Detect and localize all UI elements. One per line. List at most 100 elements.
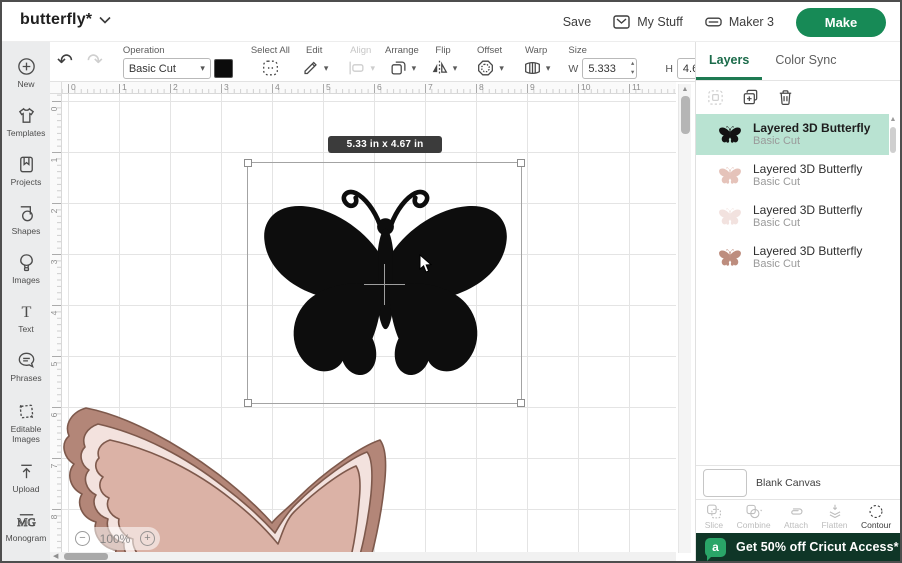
- machine-select-button[interactable]: Maker 3: [705, 15, 774, 29]
- layer-scroll-thumb[interactable]: [890, 127, 896, 153]
- trash-icon[interactable]: [776, 88, 795, 107]
- cricut-logo: a: [705, 537, 726, 561]
- flatten-button[interactable]: Flatten: [822, 503, 848, 530]
- selection-handle-top-left[interactable]: [244, 159, 252, 167]
- app-window: butterfly* Save My Stuff Maker 3 Make ↶ …: [0, 0, 902, 563]
- undo-button[interactable]: ↶: [50, 45, 80, 79]
- my-stuff-button[interactable]: My Stuff: [613, 15, 683, 29]
- vertical-scroll-thumb[interactable]: [681, 96, 690, 134]
- chevron-down-icon[interactable]: ▾: [370, 63, 375, 74]
- banner-text: Get 50% off Cricut Access*: [736, 540, 899, 554]
- combine-button[interactable]: Combine: [737, 503, 771, 530]
- chevron-down-icon[interactable]: ▾: [546, 63, 551, 74]
- group-icon[interactable]: [706, 88, 725, 107]
- canvas-horizontal-scrollbar[interactable]: ◀: [50, 552, 676, 561]
- header: butterfly* Save My Stuff Maker 3 Make: [2, 2, 900, 42]
- tshirt-icon: [18, 107, 34, 123]
- layer-row[interactable]: Layered 3D Butterfly Basic Cut: [696, 237, 889, 278]
- align-icon[interactable]: [346, 58, 367, 78]
- layer-row[interactable]: Layered 3D Butterfly Basic Cut: [696, 196, 889, 237]
- project-card-icon: [19, 156, 33, 173]
- sidebar-item-shapes[interactable]: Shapes: [2, 195, 50, 244]
- horizontal-scroll-thumb[interactable]: [64, 553, 108, 560]
- svg-text:MG: MG: [17, 517, 35, 529]
- canvas-color-swatch[interactable]: [703, 468, 747, 497]
- duplicate-icon[interactable]: [741, 88, 760, 107]
- width-stepper[interactable]: ▴ ▾: [631, 60, 634, 77]
- sidebar-item-projects[interactable]: Projects: [2, 146, 50, 195]
- selection-handle-bottom-right[interactable]: [517, 399, 525, 407]
- folder-icon: [613, 15, 630, 29]
- canvas-vertical-scrollbar[interactable]: ▲: [678, 84, 691, 553]
- header-actions: Save My Stuff Maker 3 Make: [563, 2, 886, 42]
- combine-icon: [746, 504, 762, 519]
- layer-title: Layered 3D Butterfly: [753, 162, 863, 176]
- sidebar-item-new[interactable]: New: [2, 48, 50, 97]
- project-title-menu[interactable]: butterfly*: [20, 11, 111, 29]
- chevron-down-icon[interactable]: ▾: [453, 63, 458, 74]
- tab-layers[interactable]: Layers: [696, 42, 763, 80]
- scroll-up-arrow[interactable]: ▲: [679, 84, 691, 93]
- paperclip-icon: [791, 508, 803, 515]
- layer-title: Layered 3D Butterfly: [753, 121, 871, 135]
- selection-handle-bottom-left[interactable]: [244, 399, 252, 407]
- pencil-icon[interactable]: [300, 58, 321, 78]
- layer-row[interactable]: Layered 3D Butterfly Basic Cut: [696, 155, 889, 196]
- offset-group: Offset ▾: [470, 42, 509, 81]
- warp-icon[interactable]: [522, 58, 543, 78]
- design-canvas[interactable]: 5.33 in x 4.67 in − 100% +: [62, 94, 676, 553]
- butterfly-thumbnail: [718, 206, 742, 227]
- scroll-left-arrow[interactable]: ◀: [53, 552, 58, 560]
- selection-center-crosshair: [384, 264, 385, 305]
- tab-color-sync[interactable]: Color Sync: [762, 42, 849, 80]
- contour-button[interactable]: Contour: [861, 503, 891, 530]
- attach-button[interactable]: Attach: [784, 503, 808, 530]
- select-all-icon[interactable]: [260, 58, 281, 78]
- slice-button[interactable]: Slice: [705, 503, 723, 530]
- zoom-in-button[interactable]: +: [139, 531, 155, 546]
- width-input[interactable]: [583, 59, 622, 79]
- layer-operation: Basic Cut: [753, 217, 801, 229]
- sidebar-item-monogram[interactable]: MG Monogram: [2, 502, 50, 551]
- edit-group: Edit ▾: [295, 42, 334, 81]
- shapes-icon: [20, 206, 33, 222]
- cricut-access-banner[interactable]: a Get 50% off Cricut Access*: [696, 533, 900, 561]
- ruler-corner: [50, 82, 62, 94]
- hot-air-balloon-icon: [19, 254, 33, 272]
- sidebar-item-images[interactable]: Images: [2, 244, 50, 293]
- flip-icon[interactable]: [429, 58, 450, 78]
- monogram-icon: MG: [16, 514, 36, 530]
- chevron-down-icon[interactable]: ▾: [499, 63, 504, 74]
- layer-operation: Basic Cut: [753, 258, 801, 270]
- redo-button[interactable]: ↷: [80, 45, 110, 79]
- color-swatch[interactable]: [213, 59, 233, 78]
- sidebar-item-phrases[interactable]: Phrases: [2, 342, 50, 391]
- layer-list: Layered 3D Butterfly Basic Cut Layered 3…: [696, 114, 900, 465]
- sidebar-item-text[interactable]: T Text: [2, 293, 50, 342]
- butterfly-thumbnail: [718, 124, 742, 145]
- chevron-down-icon[interactable]: ▾: [412, 63, 417, 74]
- zoom-control: − 100% +: [70, 527, 160, 550]
- offset-icon[interactable]: [475, 58, 496, 78]
- transform-frame-icon: [19, 404, 33, 418]
- sidebar-item-editable-images[interactable]: Editable Images: [2, 391, 50, 453]
- operation-group: Operation Basic Cut ▾: [118, 42, 238, 81]
- make-button[interactable]: Make: [796, 7, 886, 37]
- zoom-out-button[interactable]: −: [75, 531, 90, 546]
- selection-handle-top-right[interactable]: [517, 159, 525, 167]
- operation-select[interactable]: Basic Cut ▾: [122, 58, 211, 79]
- upload-icon: [20, 464, 32, 479]
- scroll-up-arrow[interactable]: ▲: [888, 116, 898, 123]
- arrange-group: Arrange ▾: [380, 42, 424, 81]
- text-icon: T: [21, 303, 31, 321]
- butterfly-thumbnail: [718, 165, 742, 186]
- layer-row[interactable]: Layered 3D Butterfly Basic Cut: [696, 114, 889, 155]
- arrange-icon[interactable]: [388, 58, 409, 78]
- sidebar-item-upload[interactable]: Upload: [2, 453, 50, 502]
- plus-circle-icon: [17, 58, 35, 75]
- layer-list-scrollbar[interactable]: ▲: [888, 116, 898, 463]
- chevron-down-icon[interactable]: ▾: [324, 63, 329, 74]
- svg-text:T: T: [21, 303, 31, 321]
- sidebar-item-templates[interactable]: Templates: [2, 97, 50, 146]
- save-button[interactable]: Save: [563, 15, 592, 29]
